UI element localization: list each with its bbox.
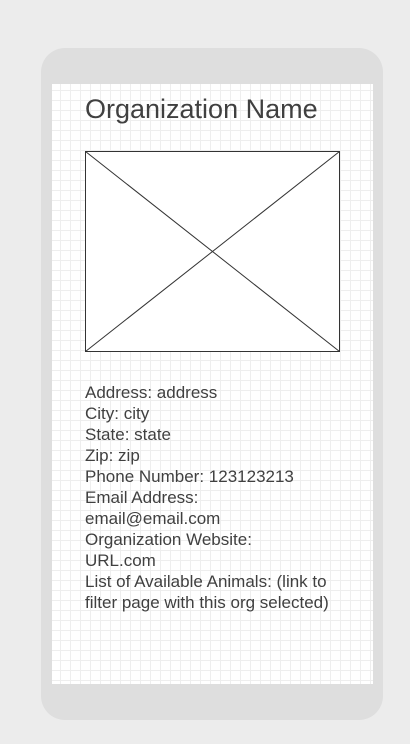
address-text: Address: address bbox=[85, 383, 218, 402]
phone-screen: Organization Name Address: address City:… bbox=[52, 84, 373, 684]
organization-website-value: URL.com bbox=[85, 551, 156, 570]
organization-details: Address: address City: city State: state… bbox=[85, 382, 335, 613]
state-text: State: state bbox=[85, 425, 171, 444]
available-animals-link[interactable]: List of Available Animals: (link to filt… bbox=[85, 571, 335, 613]
zip-text: Zip: zip bbox=[85, 446, 140, 465]
city-text: City: city bbox=[85, 404, 150, 423]
phone-number-text: Phone Number: 123123213 bbox=[85, 467, 294, 486]
organization-name: Organization Name bbox=[85, 94, 318, 124]
email-address-value: email@email.com bbox=[85, 509, 221, 528]
organization-website-label: Organization Website: bbox=[85, 530, 252, 549]
organization-image-placeholder bbox=[85, 151, 340, 352]
image-placeholder-icon bbox=[85, 151, 340, 352]
email-address-label: Email Address: bbox=[85, 488, 199, 507]
